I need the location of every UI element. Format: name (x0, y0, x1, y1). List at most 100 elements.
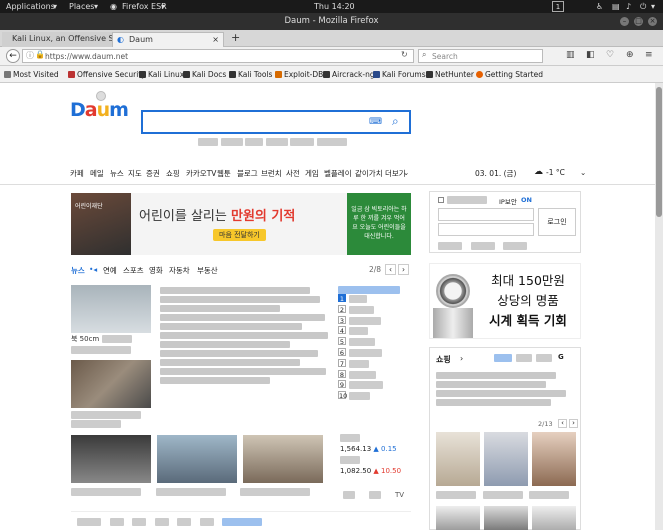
rank-item[interactable]: 10 (338, 391, 408, 402)
bookmark-aircrack[interactable]: Aircrack-ng (323, 66, 375, 83)
product-image[interactable] (436, 506, 480, 530)
tab-sports[interactable]: 스포츠 (123, 265, 144, 276)
hamburger-menu-icon[interactable]: ≡ (645, 50, 653, 60)
shopping-title[interactable]: 쇼핑 (436, 354, 451, 365)
product-image[interactable] (436, 432, 480, 486)
stock-tab-tv[interactable]: TV (395, 491, 404, 499)
keyboard-icon[interactable]: ⌨ (369, 117, 382, 127)
accessibility-icon[interactable]: ♿ (596, 0, 603, 13)
new-tab-icon[interactable]: + (231, 31, 240, 44)
tab-car[interactable]: 자동차 (169, 265, 190, 276)
downloads-icon[interactable]: ⊕ (626, 50, 634, 60)
power-icon[interactable]: ⏻ (640, 0, 646, 13)
rank-item[interactable]: 2 (338, 304, 408, 316)
menu-game[interactable]: 게임 (305, 168, 319, 179)
news-image[interactable] (157, 435, 237, 483)
tab-news[interactable]: 뉴스 (71, 265, 85, 276)
rank-item[interactable]: 1 (338, 294, 408, 305)
rank-item[interactable]: 8 (338, 369, 408, 381)
workspace-indicator[interactable]: 1 (552, 1, 564, 12)
tab-kali[interactable]: Kali Linux, an Offensive S... (2, 32, 112, 47)
ip-security-toggle[interactable]: ON (521, 196, 532, 204)
rank-item[interactable]: 9 (338, 380, 408, 391)
bookmark-kali-linux[interactable]: Kali Linux (139, 66, 184, 83)
shopping-chevron-icon[interactable]: › (460, 354, 463, 363)
shop-tab[interactable] (516, 354, 532, 362)
shop-next-icon[interactable]: › (569, 419, 578, 428)
tab-daum[interactable]: ◐ Daum × (112, 32, 224, 47)
library-icon[interactable]: ▥ (566, 50, 575, 60)
menu-shopping[interactable]: 쇼핑 (166, 168, 180, 179)
rank-item[interactable]: 7 (338, 358, 408, 370)
rank-item[interactable]: 5 (338, 337, 408, 348)
rank-item[interactable]: 6 (338, 347, 408, 359)
news-image[interactable] (71, 360, 151, 408)
search-bar[interactable]: ⌕ Search (418, 49, 543, 63)
bottom-keywords[interactable] (71, 511, 411, 527)
next-icon[interactable]: › (398, 264, 409, 275)
volume-icon[interactable]: ♪ (626, 0, 631, 13)
product-image[interactable] (532, 506, 576, 530)
bookmark-exploit-db[interactable]: Exploit-DB (275, 66, 323, 83)
menu-map[interactable]: 지도 (128, 168, 142, 179)
product-captions[interactable] (436, 490, 576, 499)
menu-webtoon[interactable]: 웹툰 (217, 168, 231, 179)
menu-mail[interactable]: 메일 (90, 168, 104, 179)
active-app-menu[interactable]: Firefox ESR (122, 0, 167, 13)
shop-tab[interactable] (536, 354, 552, 362)
news-headline-list[interactable] (160, 285, 330, 386)
tab-realestate[interactable]: 부동산 (197, 265, 218, 276)
bookmark-kali-docs[interactable]: Kali Docs (183, 66, 226, 83)
bookmark-kali-tools[interactable]: Kali Tools (229, 66, 272, 83)
maximize-icon[interactable]: □ (634, 17, 643, 26)
weather-chevron-icon[interactable]: ⌄ (580, 168, 586, 177)
news-image[interactable] (71, 435, 151, 483)
info-icon[interactable]: ⓘ (26, 50, 34, 61)
search-icon[interactable]: ⌕ (392, 114, 399, 129)
watch-ad[interactable]: 최대 150만원 상당의 명품 시계 획득 기회 (429, 263, 581, 339)
stock-tab[interactable] (343, 491, 355, 499)
prev-icon[interactable]: ‹ (385, 264, 396, 275)
menu-kakaotv[interactable]: 카카오TV (186, 168, 216, 179)
product-image[interactable] (484, 506, 528, 530)
news-image[interactable] (243, 435, 323, 483)
menu-dictionary[interactable]: 사전 (286, 168, 300, 179)
stock-tab[interactable] (369, 491, 381, 499)
stock-widget[interactable]: 1,564.13 ▲ 0.15 1,082.50 ▲ 10.50 (340, 433, 410, 475)
menu-cafe[interactable]: 카페 (70, 168, 84, 179)
menu-blog[interactable]: 블로그 (237, 168, 258, 179)
news-caption[interactable]: 북 50cm (71, 334, 153, 354)
weather-temp[interactable]: -1 °C (546, 168, 565, 177)
places-menu[interactable]: Places (69, 0, 94, 13)
menu-stock[interactable]: 증권 (146, 168, 160, 179)
menu-bellplay[interactable]: 벨플레이 (324, 168, 352, 179)
login-links[interactable] (438, 241, 574, 250)
shop-tab-g[interactable]: G (558, 353, 564, 361)
daum-logo[interactable]: Daum (70, 99, 129, 121)
daum-search-input[interactable]: ⌨ ⌕ (141, 110, 411, 134)
minimize-icon[interactable]: – (620, 17, 629, 26)
scrollbar-thumb[interactable] (656, 87, 662, 217)
sidebar-icon[interactable]: ◧ (586, 50, 595, 60)
bookmark-most-visited[interactable]: Most Visited (4, 66, 59, 83)
vertical-scrollbar[interactable] (655, 83, 663, 530)
network-icon[interactable]: ▤ (612, 0, 620, 13)
system-chevron-icon[interactable]: ▾ (651, 0, 655, 13)
shop-prev-icon[interactable]: ‹ (558, 419, 567, 428)
news-play-icon[interactable]: •◂ (89, 265, 97, 274)
ip-security-label[interactable]: IP보안 (499, 196, 517, 206)
applications-menu[interactable]: Applications (6, 0, 55, 13)
bookmark-kali-forums[interactable]: Kali Forums (373, 66, 426, 83)
back-icon[interactable]: ← (6, 49, 20, 63)
url-bar[interactable]: ⓘ 🔒 https://www.daum.net ↻ (22, 49, 414, 63)
url-text[interactable]: https://www.daum.net (45, 52, 128, 61)
save-login-checkbox[interactable] (438, 197, 444, 203)
charity-banner[interactable]: 어린이재단 어린이를 살리는 만원의 기적 마음 전달하기 일금 삼 빅토리아는… (71, 193, 411, 255)
bookmark-offensive-security[interactable]: Offensive Security (68, 66, 146, 83)
close-icon[interactable]: × (648, 17, 657, 26)
menu-together[interactable]: 같이가치 (355, 168, 383, 179)
more-chevron-icon[interactable]: ⌄ (403, 168, 409, 177)
news-caption-row[interactable] (71, 487, 331, 496)
password-field[interactable] (438, 223, 534, 236)
tab-entertainment[interactable]: 연예 (103, 265, 117, 276)
